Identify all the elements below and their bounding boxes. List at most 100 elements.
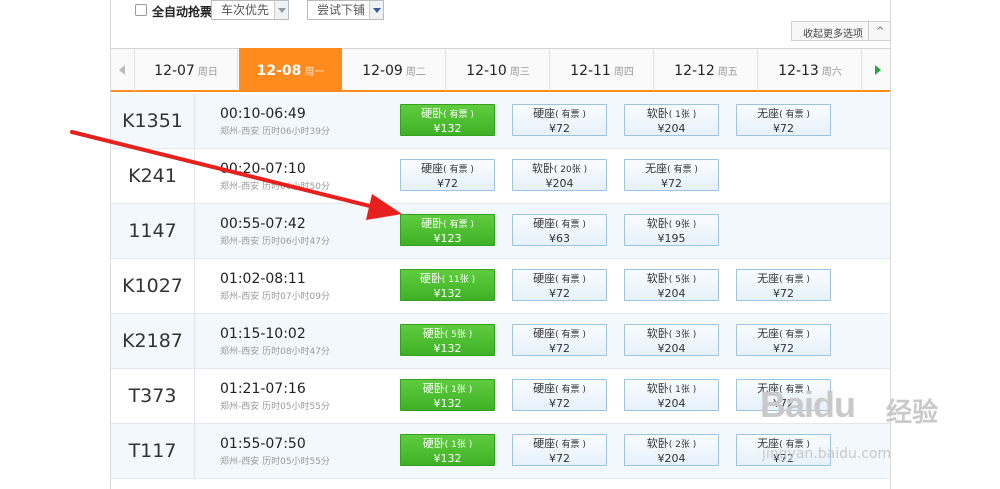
tab-date-label: 12-08 xyxy=(256,63,302,79)
paren-close: ) xyxy=(803,110,810,120)
train-number[interactable]: 1147 xyxy=(111,204,195,258)
paren-close: ) xyxy=(689,440,697,450)
chevron-up-icon: ^ xyxy=(876,26,885,37)
seat-price: ¥132 xyxy=(433,452,462,465)
seat-name: 软卧 xyxy=(646,437,669,450)
seat-button[interactable]: 硬卧( 1张 ) ¥132 xyxy=(400,434,495,466)
seat-status: 1张 xyxy=(675,385,690,395)
seat-button[interactable]: 无座( 有票 ) ¥72 xyxy=(624,159,719,191)
collapse-options-button[interactable]: 收起更多选项 ^ xyxy=(791,21,891,41)
seat-status: 5张 xyxy=(451,330,466,340)
seat-name: 软卧 xyxy=(646,107,669,120)
seat-status: 1张 xyxy=(675,110,690,120)
seat-name: 无座 xyxy=(645,162,668,175)
tab-date-12-09[interactable]: 12-09 周二 xyxy=(343,49,446,91)
tab-date-label: 12-13 xyxy=(778,63,819,79)
train-number[interactable]: K1027 xyxy=(111,259,195,313)
seat-type: 软卧( 3张 ) xyxy=(625,327,718,342)
seat-button[interactable]: 硬座( 有票 ) ¥63 xyxy=(512,214,607,246)
train-number[interactable]: T117 xyxy=(111,424,195,478)
seat-button[interactable]: 硬座( 有票 ) ¥72 xyxy=(512,269,607,301)
lower-berth-select[interactable]: 尝试下铺 xyxy=(307,0,384,20)
seat-name: 硬卧 xyxy=(421,107,444,120)
tab-weekday-label: 周四 xyxy=(613,67,634,78)
watermark-url: jingyan.baidu.com xyxy=(762,446,892,462)
seat-button[interactable]: 硬卧( 5张 ) ¥132 xyxy=(400,324,495,356)
seat-price: ¥132 xyxy=(433,287,462,300)
seat-name: 硬座 xyxy=(533,217,556,230)
lower-berth-value: 尝试下铺 xyxy=(317,3,366,17)
seat-type: 硬座( 有票 ) xyxy=(513,382,606,397)
paren-close: ) xyxy=(467,220,474,230)
train-route: 郑州-西安 历时06小时39分 xyxy=(220,127,331,137)
seat-button[interactable]: 硬座( 有票 ) ¥72 xyxy=(512,104,607,136)
seat-name: 硬卧 xyxy=(419,272,442,285)
train-number[interactable]: K2187 xyxy=(111,314,195,368)
seat-button[interactable]: 软卧( 20张 ) ¥204 xyxy=(512,159,607,191)
train-time: 01:55-07:50 xyxy=(220,436,306,452)
seat-status: 1张 xyxy=(451,385,466,395)
seat-status: 1张 xyxy=(451,440,466,450)
tab-date-12-11[interactable]: 12-11 周四 xyxy=(551,49,654,91)
seat-type: 硬座( 有票 ) xyxy=(401,162,494,177)
seat-button[interactable]: 无座( 有票 ) ¥72 xyxy=(736,104,831,136)
seat-type: 软卧( 9张 ) xyxy=(625,217,718,232)
seat-button[interactable]: 硬座( 有票 ) ¥72 xyxy=(512,379,607,411)
next-date-arrow-icon[interactable] xyxy=(866,49,890,91)
tab-date-12-10[interactable]: 12-10 周三 xyxy=(447,49,550,91)
filter-bar: 全自动抢票 车次优先 尝试下铺 收起更多选项 ^ xyxy=(111,0,891,41)
seat-name: 硬座 xyxy=(533,107,556,120)
auto-grab-checkbox[interactable] xyxy=(135,4,147,16)
seat-button[interactable]: 无座( 有票 ) ¥72 xyxy=(736,269,831,301)
train-time: 00:20-07:10 xyxy=(220,161,306,177)
seat-button[interactable]: 软卧( 3张 ) ¥204 xyxy=(624,324,719,356)
tab-date-12-12[interactable]: 12-12 周五 xyxy=(655,49,758,91)
train-number[interactable]: T373 xyxy=(111,369,195,423)
seat-name: 硬卧 xyxy=(421,217,444,230)
tab-date-label: 12-09 xyxy=(362,63,403,79)
baidu-watermark: Baidu 经验 jingyan.baidu.com xyxy=(760,384,990,484)
seat-button[interactable]: 硬卧( 11张 ) ¥132 xyxy=(400,269,495,301)
seat-name: 硬座 xyxy=(421,162,444,175)
seat-price: ¥72 xyxy=(549,452,570,465)
chevron-down-icon xyxy=(274,1,288,19)
tab-date-12-07[interactable]: 12-07 周日 xyxy=(135,49,238,91)
seat-button[interactable]: 软卧( 9张 ) ¥195 xyxy=(624,214,719,246)
seat-button[interactable]: 软卧( 1张 ) ¥204 xyxy=(624,379,719,411)
train-priority-select[interactable]: 车次优先 xyxy=(211,0,289,20)
seat-price: ¥132 xyxy=(433,342,462,355)
seat-price: ¥72 xyxy=(549,342,570,355)
seat-price: ¥204 xyxy=(657,122,686,135)
seat-status: 有票 xyxy=(561,385,580,395)
train-number[interactable]: K1351 xyxy=(111,94,195,148)
seat-name: 硬卧 xyxy=(422,327,445,340)
seat-button[interactable]: 硬座( 有票 ) ¥72 xyxy=(512,324,607,356)
seat-button[interactable]: 软卧( 1张 ) ¥204 xyxy=(624,104,719,136)
train-route: 郑州-西安 历时06小时47分 xyxy=(220,237,331,247)
date-tabs: 12-07 周日 12-08 周一 12-09 周二 12-10 周三 12-11 周四 12-12… xyxy=(111,48,890,92)
train-number[interactable]: K241 xyxy=(111,149,195,203)
train-time: 00:10-06:49 xyxy=(220,106,306,122)
train-time: 01:02-08:11 xyxy=(220,271,306,287)
tab-date-12-08[interactable]: 12-08 周一 xyxy=(239,48,342,92)
seat-button[interactable]: 软卧( 2张 ) ¥204 xyxy=(624,434,719,466)
paren-close: ) xyxy=(803,275,810,285)
train-priority-value: 车次优先 xyxy=(221,3,270,17)
seat-status: 有票 xyxy=(449,220,468,230)
seat-button[interactable]: 硬卧( 有票 ) ¥132 xyxy=(400,104,495,136)
train-row: K1351 00:10-06:49 郑州-西安 历时06小时39分 硬卧( 有票 ) ¥… xyxy=(111,94,890,149)
seat-button[interactable]: 硬卧( 有票 ) ¥123 xyxy=(400,214,495,246)
seat-button[interactable]: 软卧( 5张 ) ¥204 xyxy=(624,269,719,301)
seat-button[interactable]: 无座( 有票 ) ¥72 xyxy=(736,324,831,356)
seat-button[interactable]: 硬卧( 1张 ) ¥132 xyxy=(400,379,495,411)
seat-button[interactable]: 硬座( 有票 ) ¥72 xyxy=(400,159,495,191)
seat-status: 有票 xyxy=(785,330,804,340)
seat-price: ¥72 xyxy=(437,177,458,190)
prev-date-arrow-icon[interactable] xyxy=(111,49,135,91)
tab-date-12-13[interactable]: 12-13 周六 xyxy=(759,49,862,91)
paren-close: ) xyxy=(689,385,697,395)
seat-price: ¥72 xyxy=(773,342,794,355)
seat-price: ¥204 xyxy=(545,177,574,190)
seat-button[interactable]: 硬座( 有票 ) ¥72 xyxy=(512,434,607,466)
watermark-logo: Baidu xyxy=(760,384,856,425)
